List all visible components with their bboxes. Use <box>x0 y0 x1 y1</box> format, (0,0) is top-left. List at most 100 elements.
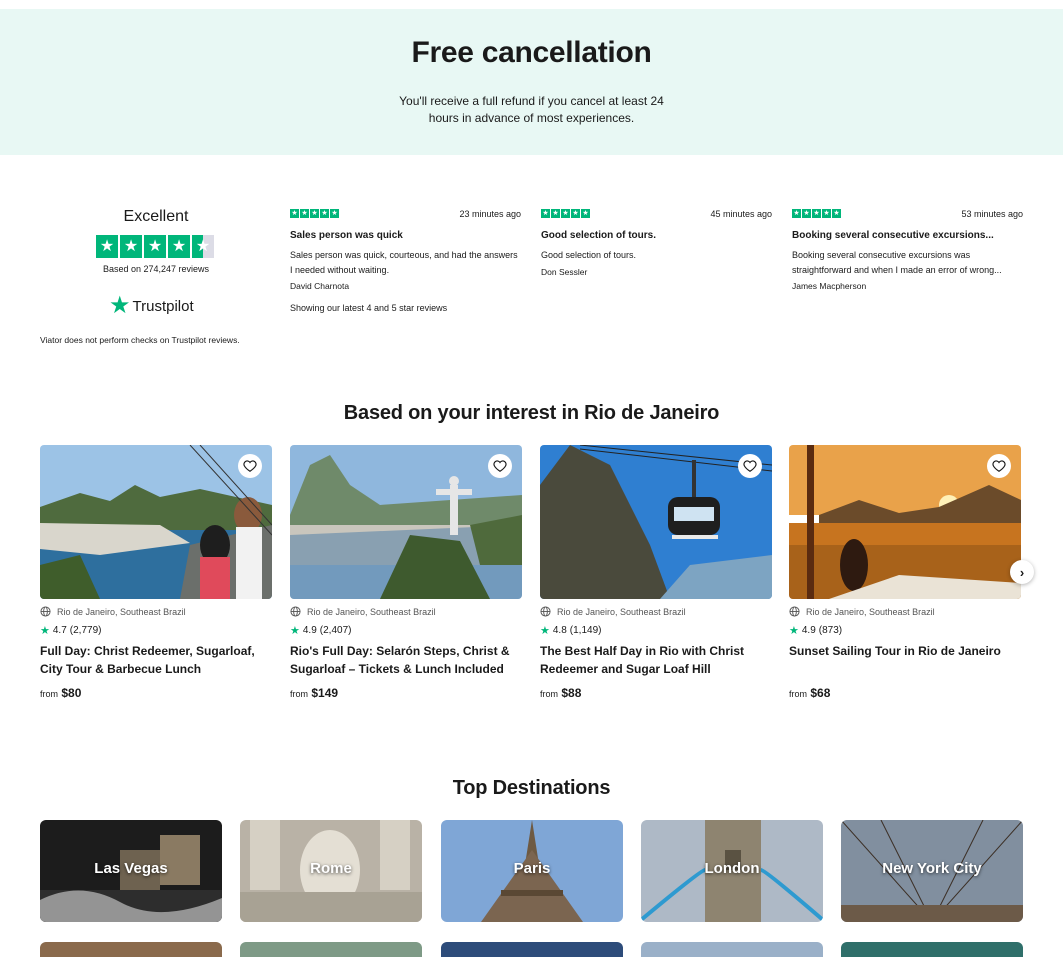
star-icon: ★ <box>300 209 309 218</box>
product-rating: ★ 4.8 (1,149) <box>540 624 601 637</box>
product-location-text: Rio de Janeiro, Southeast Brazil <box>806 606 935 617</box>
destination-card-paris[interactable]: Paris <box>441 820 623 922</box>
destination-name: Rome <box>310 860 352 877</box>
product-location: Rio de Janeiro, Southeast Brazil <box>290 606 436 617</box>
product-image[interactable] <box>40 445 272 599</box>
product-card[interactable]: Rio de Janeiro, Southeast Brazil ★ 4.7 (… <box>40 445 272 705</box>
price-value: $88 <box>561 686 582 700</box>
review-time: 23 minutes ago <box>459 209 521 219</box>
free-cancellation-text: You'll receive a full refund if you canc… <box>399 94 664 125</box>
product-location: Rio de Janeiro, Southeast Brazil <box>789 606 935 617</box>
review-time: 53 minutes ago <box>961 209 1023 219</box>
price-value: $68 <box>810 686 831 700</box>
star-icon: ★ <box>168 235 190 258</box>
free-cancellation-title: Free cancellation <box>411 36 652 69</box>
trustpilot-logo[interactable]: ★ Trustpilot <box>109 292 194 319</box>
product-card[interactable]: Rio de Janeiro, Southeast Brazil ★ 4.9 (… <box>290 445 522 705</box>
star-icon: ★ <box>310 209 319 218</box>
review-stars: ★ ★ ★ ★ ★ <box>792 209 841 218</box>
destination-card[interactable] <box>240 942 422 957</box>
heart-icon <box>743 460 757 472</box>
half-star-icon: ★ <box>192 235 214 258</box>
trustpilot-star-icon: ★ <box>109 292 131 319</box>
rating-count: (2,407) <box>319 625 352 636</box>
globe-icon <box>40 606 51 617</box>
trustpilot-review-count: Based on 274,247 reviews <box>102 264 210 274</box>
product-location-text: Rio de Janeiro, Southeast Brazil <box>557 606 686 617</box>
price-prefix: from <box>40 689 58 699</box>
product-title[interactable]: Sunset Sailing Tour in Rio de Janeiro <box>789 642 1014 660</box>
rating-count: (1,149) <box>569 625 602 636</box>
trustpilot-stars: ★ ★ ★ ★ ★ <box>96 235 214 258</box>
review-title: Good selection of tours. <box>541 230 657 241</box>
destination-name: Paris <box>513 860 551 877</box>
review-body: Good selection of tours. <box>541 250 637 260</box>
product-location: Rio de Janeiro, Southeast Brazil <box>40 606 186 617</box>
rating-count: (873) <box>818 625 843 636</box>
product-card[interactable]: Rio de Janeiro, Southeast Brazil ★ 4.8 (… <box>540 445 772 705</box>
destination-card-las-vegas[interactable]: Las Vegas <box>40 820 222 922</box>
review-stars: ★ ★ ★ ★ ★ <box>541 209 590 218</box>
destination-card[interactable] <box>441 942 623 957</box>
rating-value: 4.9 <box>302 625 317 636</box>
star-icon: ★ <box>802 209 811 218</box>
showing-latest-note: Showing our latest 4 and 5 star reviews <box>290 303 448 313</box>
free-cancellation-banner: Free cancellation You'll receive a full … <box>0 9 1063 155</box>
destination-card[interactable] <box>641 942 823 957</box>
product-card[interactable]: Rio de Janeiro, Southeast Brazil ★ 4.9 (… <box>789 445 1021 705</box>
wishlist-button[interactable] <box>987 454 1011 478</box>
rating-value: 4.7 <box>52 625 67 636</box>
destination-card-rome[interactable]: Rome <box>240 820 422 922</box>
destination-card[interactable] <box>841 942 1023 957</box>
price-prefix: from <box>789 689 807 699</box>
star-icon: ★ <box>571 209 580 218</box>
product-location: Rio de Janeiro, Southeast Brazil <box>540 606 686 617</box>
chevron-right-icon: › <box>1019 564 1025 580</box>
star-icon: ★ <box>290 209 299 218</box>
carousel-next-button[interactable]: › <box>1010 560 1034 584</box>
star-icon: ★ <box>120 235 142 258</box>
review-title: Sales person was quick <box>290 230 403 241</box>
product-title[interactable]: The Best Half Day in Rio with Christ Red… <box>540 642 765 678</box>
product-price: from $68 <box>789 686 830 700</box>
wishlist-button[interactable] <box>738 454 762 478</box>
review-stars: ★ ★ ★ ★ ★ <box>290 209 339 218</box>
heart-icon <box>992 460 1006 472</box>
destination-name: Las Vegas <box>94 860 168 877</box>
trustpilot-disclaimer: Viator does not perform checks on Trustp… <box>40 335 240 345</box>
heart-icon <box>493 460 507 472</box>
product-title[interactable]: Full Day: Christ Redeemer, Sugarloaf, Ci… <box>40 642 265 678</box>
wishlist-button[interactable] <box>488 454 512 478</box>
review-title: Booking several consecutive excursions..… <box>792 230 994 241</box>
review-body: Booking several consecutive excursions w… <box>792 250 1002 275</box>
product-image[interactable] <box>540 445 772 599</box>
interest-section-title: Based on your interest in Rio de Janeiro <box>343 402 720 424</box>
destination-name: London <box>704 860 760 877</box>
destinations-title: Top Destinations <box>452 777 611 799</box>
product-price: from $80 <box>40 686 81 700</box>
globe-icon <box>789 606 800 617</box>
product-location-text: Rio de Janeiro, Southeast Brazil <box>307 606 436 617</box>
trustpilot-brand: Trustpilot <box>132 297 194 315</box>
review-author: Don Sessler <box>541 267 588 277</box>
star-icon: ★ <box>541 209 550 218</box>
destination-name: New York City <box>882 860 982 877</box>
star-icon: ★ <box>320 209 329 218</box>
wishlist-button[interactable] <box>238 454 262 478</box>
product-image[interactable] <box>290 445 522 599</box>
product-price: from $88 <box>540 686 581 700</box>
rating-value: 4.8 <box>552 625 567 636</box>
star-icon: ★ <box>551 209 560 218</box>
destination-card-london[interactable]: London <box>641 820 823 922</box>
price-value: $149 <box>311 686 339 700</box>
product-rating: ★ 4.9 (2,407) <box>290 624 351 637</box>
destination-card-new-york-city[interactable]: New York City <box>841 820 1023 922</box>
product-title[interactable]: Rio's Full Day: Selarón Steps, Christ & … <box>290 642 515 678</box>
review-author: David Charnota <box>290 281 350 291</box>
trustpilot-rating-word: Excellent <box>123 208 189 225</box>
destination-card[interactable] <box>40 942 222 957</box>
product-price: from $149 <box>290 686 338 700</box>
product-rating: ★ 4.7 (2,779) <box>40 624 101 637</box>
product-image[interactable] <box>789 445 1021 599</box>
star-icon: ★ <box>789 625 799 637</box>
